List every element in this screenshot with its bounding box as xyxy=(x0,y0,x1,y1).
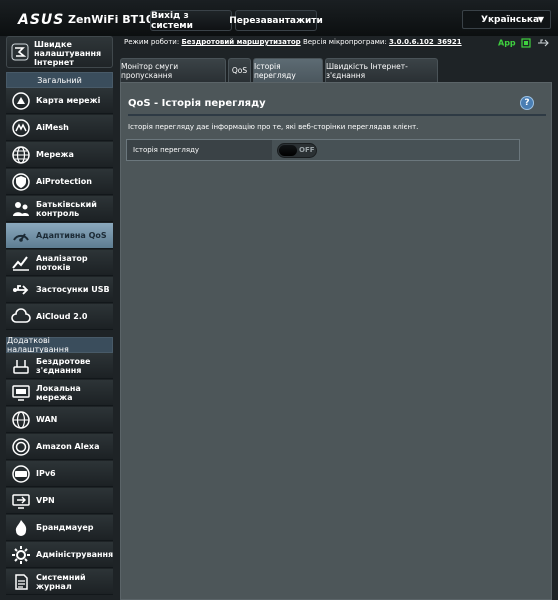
sidebar-item-label: Застосунки USB xyxy=(36,285,110,294)
wireless-icon xyxy=(13,359,29,374)
aimesh-icon xyxy=(12,118,30,137)
sidebar-item-label: VPN xyxy=(36,496,55,505)
sidebar-item-aicloud[interactable]: AiCloud 2.0 xyxy=(6,304,113,330)
sidebar-item-administration[interactable]: Адміністрування xyxy=(6,542,113,568)
sidebar-item-label: Бездротове з'єднання xyxy=(36,356,91,375)
sidebar-item-label: Amazon Alexa xyxy=(36,442,100,451)
tab-browsing-history[interactable]: Історія перегляду xyxy=(253,58,323,82)
sidebar-item-vpn[interactable]: VPN xyxy=(6,488,113,514)
sidebar-item-network-globe[interactable]: Мережа xyxy=(6,142,113,168)
sidebar-item-label: AiProtection xyxy=(36,177,92,186)
page-description: Історія перегляду дає інформацію про те,… xyxy=(128,123,419,131)
model-name: ZenWiFi BT10 xyxy=(68,13,154,26)
network-globe-icon xyxy=(12,145,30,164)
sidebar-item-usb[interactable]: Застосунки USB xyxy=(6,277,113,303)
asus-logo[interactable]: ASUS xyxy=(18,12,64,28)
sidebar-item-label: AiMesh xyxy=(36,123,69,132)
mode-label: Режим роботи: xyxy=(124,38,180,46)
language-select[interactable]: Українська ▼ xyxy=(462,10,551,29)
aiprotection-shield-icon xyxy=(12,172,30,191)
administration-icon xyxy=(12,545,30,564)
sidebar-item-label: Мережа xyxy=(36,150,74,159)
language-value: Українська xyxy=(481,14,540,25)
browsing-history-label: Історія перегляду xyxy=(127,140,272,160)
usb-icon xyxy=(13,284,29,295)
tab-qos[interactable]: QoS xyxy=(228,58,251,82)
ipv6-icon xyxy=(12,464,30,483)
chevron-down-icon: ▼ xyxy=(537,15,544,24)
sidebar-item-parental-control[interactable]: Батьківський контроль xyxy=(6,196,113,222)
sidebar-item-label: WAN xyxy=(36,415,58,424)
firmware-label: Версія мікропрограми: xyxy=(302,38,387,46)
logout-button[interactable]: Вихід з системи xyxy=(150,10,232,31)
sidebar-item-label: Карта мережі xyxy=(36,96,101,105)
sidebar-item-traffic-analyzer[interactable]: Аналізатор потоків xyxy=(6,250,113,276)
sidebar-item-aimesh[interactable]: AiMesh xyxy=(6,115,113,141)
lan-icon xyxy=(12,384,30,401)
sidebar-item-wan-globe[interactable]: WAN xyxy=(6,407,113,433)
browsing-history-toggle[interactable]: OFF xyxy=(277,143,317,158)
usb-status-icon xyxy=(538,39,550,47)
advanced-section-title: Додаткові налаштування xyxy=(6,336,113,354)
wan-globe-icon xyxy=(12,410,30,429)
tab-bandwidth-monitor[interactable]: Монітор смуги пропускання xyxy=(120,58,226,82)
sidebar-item-label: Адаптивна QoS xyxy=(36,231,107,240)
status-line: Режим роботи: Бездротовий маршрутизатор … xyxy=(124,38,462,46)
aicloud-icon xyxy=(11,307,31,323)
quick-internet-setup-button[interactable]: Швидке налаштування Інтернет xyxy=(6,36,113,68)
sidebar-item-label: Адміністрування xyxy=(36,550,114,559)
tab-internet-speed[interactable]: Швидкість Інтернет-з'єднання xyxy=(325,58,438,82)
sidebar-item-wireless[interactable]: Бездротове з'єднання xyxy=(6,353,113,379)
parental-control-icon xyxy=(13,201,29,216)
sidebar-item-adaptive-qos[interactable]: Адаптивна QoS xyxy=(6,223,113,249)
reboot-button[interactable]: Перезавантажити xyxy=(229,10,323,31)
firewall-icon xyxy=(15,519,27,536)
general-section-title: Загальний xyxy=(6,72,113,88)
operation-mode-link[interactable]: Бездротовий маршрутизатор xyxy=(181,38,300,46)
sidebar-item-ipv6[interactable]: IPv6 xyxy=(6,461,113,487)
traffic-analyzer-icon xyxy=(12,255,29,271)
sidebar-item-label: Системний журнал xyxy=(36,572,86,591)
quick-setup-label: Швидке налаштування Інтернет xyxy=(34,40,102,67)
vpn-icon xyxy=(12,493,30,509)
sidebar-item-firewall[interactable]: Брандмауер xyxy=(6,515,113,541)
divider xyxy=(128,114,546,116)
browsing-history-setting-row: Історія перегляду OFF xyxy=(126,139,520,161)
sidebar-item-label: Локальна мережа xyxy=(36,383,81,402)
top-bar: ASUS ZenWiFi BT10 Вихід з системи Переза… xyxy=(0,0,558,36)
quick-setup-icon xyxy=(11,43,29,61)
sidebar-item-alexa[interactable]: Amazon Alexa xyxy=(6,434,113,460)
page-title: QoS - Історія перегляду xyxy=(128,98,266,109)
adaptive-qos-icon xyxy=(13,232,29,242)
content-panel: QoS - Історія перегляду ? Історія перегл… xyxy=(120,82,552,600)
network-map-icon xyxy=(12,91,30,110)
network-status-icon xyxy=(521,38,532,48)
alexa-icon xyxy=(12,437,30,456)
sidebar-item-network-map[interactable]: Карта мережі xyxy=(6,88,113,114)
sidebar-item-label: IPv6 xyxy=(36,469,56,478)
sidebar-item-lan[interactable]: Локальна мережа xyxy=(6,380,113,406)
toggle-state-label: OFF xyxy=(299,146,315,154)
sidebar-item-aiprotection-shield[interactable]: AiProtection xyxy=(6,169,113,195)
sidebar-item-label: Аналізатор потоків xyxy=(36,253,88,272)
sidebar-item-label: AiCloud 2.0 xyxy=(36,312,88,321)
app-label: App xyxy=(498,38,516,48)
toggle-knob xyxy=(279,145,297,156)
app-link[interactable]: App xyxy=(498,38,550,48)
help-icon[interactable]: ? xyxy=(520,96,534,110)
sidebar-item-label: Брандмауер xyxy=(36,523,94,532)
sidebar-item-system-log[interactable]: Системний журнал xyxy=(6,569,113,595)
system-log-icon xyxy=(15,573,28,590)
firmware-version-link[interactable]: 3.0.0.6.102_36921 xyxy=(389,38,462,46)
sidebar-item-label: Батьківський контроль xyxy=(36,199,97,218)
